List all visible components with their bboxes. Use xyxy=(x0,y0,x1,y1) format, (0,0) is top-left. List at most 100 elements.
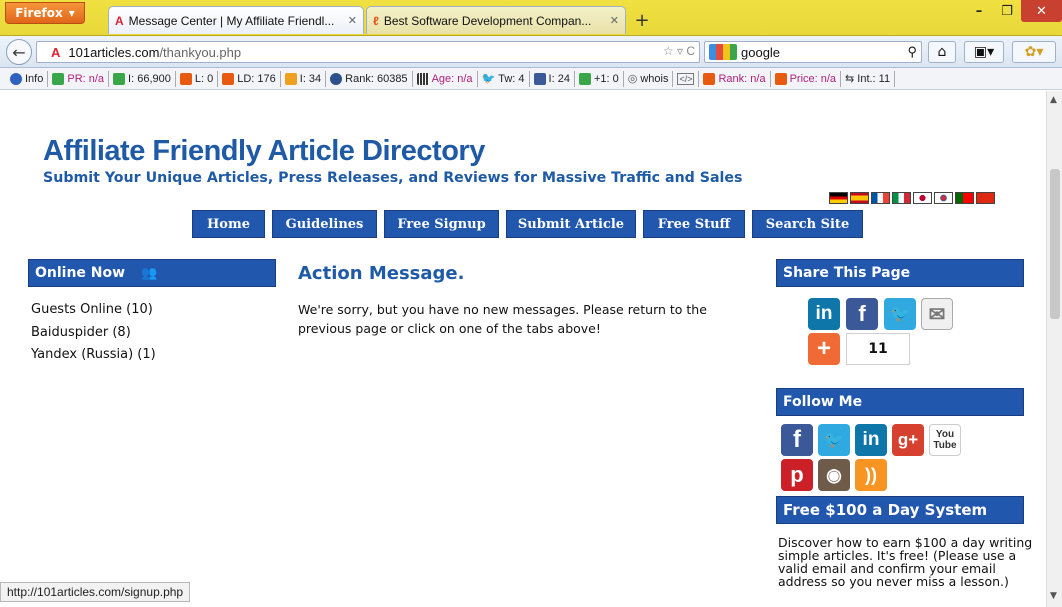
youtube-follow-icon[interactable]: You Tube xyxy=(929,424,961,456)
search-icon[interactable]: ⚲ xyxy=(907,44,917,60)
majestic-icon xyxy=(222,72,235,85)
action-message-text: We're sorry, but you have no new message… xyxy=(298,302,707,336)
users-icon: 👥 xyxy=(141,265,158,281)
menu-guidelines[interactable]: Guidelines xyxy=(272,210,377,238)
home-icon[interactable]: ⌂ xyxy=(928,41,956,63)
reload-icon[interactable]: C xyxy=(686,44,695,58)
language-flags xyxy=(829,192,995,204)
seo-alexa-rank[interactable]: Rank: 60385 xyxy=(326,70,413,87)
menu-free-signup[interactable]: Free Signup xyxy=(384,210,499,238)
twitter-follow-icon[interactable]: 🐦 xyxy=(818,424,850,456)
seo-facebook-likes[interactable]: I: 24 xyxy=(530,70,575,87)
tab-message-center[interactable]: A Message Center | My Affiliate Friendl.… xyxy=(108,6,364,34)
arrow-left-icon: ← xyxy=(12,42,26,62)
free-system-text: Discover how to earn $100 a day writing … xyxy=(778,535,1033,589)
code-icon: </> xyxy=(677,72,695,85)
google-icon xyxy=(113,72,126,85)
menu-home[interactable]: Home xyxy=(192,210,265,238)
info-icon xyxy=(10,72,22,85)
seo-whois[interactable]: ◎ whois xyxy=(624,70,674,87)
bookmark-star-icon[interactable]: ☆ xyxy=(663,44,674,58)
menu-submit-article[interactable]: Submit Article xyxy=(506,210,636,238)
seo-tweets[interactable]: 🐦 Tw: 4 xyxy=(478,70,530,87)
menu-search-site[interactable]: Search Site xyxy=(752,210,863,238)
flag-korean-icon[interactable] xyxy=(934,192,953,204)
seo-plus-ones[interactable]: +1: 0 xyxy=(575,70,624,87)
flag-french-icon[interactable] xyxy=(871,192,890,204)
link-icon: ⇆ xyxy=(845,73,855,85)
facebook-icon xyxy=(533,72,546,85)
twitter-share-icon[interactable]: 🐦 xyxy=(884,298,916,330)
close-window-button[interactable]: ✕ xyxy=(1021,0,1062,22)
flag-italian-icon[interactable] xyxy=(892,192,911,204)
site-title[interactable]: Affiliate Friendly Article Directory xyxy=(43,135,485,168)
youtube-label: You Tube xyxy=(933,429,957,451)
chevron-down-icon: ▾ xyxy=(68,6,75,20)
linkedin-follow-icon[interactable]: in xyxy=(855,424,887,456)
site-favicon-icon: A xyxy=(51,44,61,60)
google-engine-icon[interactable] xyxy=(709,44,737,60)
seo-semrush-rank[interactable]: Rank: n/a xyxy=(699,70,771,87)
flag-german-icon[interactable] xyxy=(829,192,848,204)
status-url: http://101articles.com/signup.php xyxy=(0,582,191,602)
close-tab-icon[interactable]: ✕ xyxy=(610,14,619,27)
scroll-up-icon[interactable]: ▲ xyxy=(1050,95,1057,105)
google-icon xyxy=(578,72,591,85)
page-scrollbar[interactable]: ▲ ▼ xyxy=(1046,91,1062,607)
seo-linking-domains[interactable]: LD: 176 xyxy=(218,70,281,87)
addon-icon[interactable]: ✿▾ xyxy=(1012,41,1056,63)
seo-info[interactable]: Info xyxy=(6,70,49,87)
flag-japanese-icon[interactable] xyxy=(913,192,932,204)
tab-software-development[interactable]: ℓ Best Software Development Compan... ✕ xyxy=(366,6,626,34)
seo-bing-index[interactable]: I: 34 xyxy=(281,70,327,87)
twitter-icon: 🐦 xyxy=(481,73,496,85)
list-item: Baiduspider (8) xyxy=(31,324,131,340)
addthis-share-icon[interactable]: + xyxy=(808,333,840,365)
tab-title: Best Software Development Compan... xyxy=(383,13,592,28)
linkedin-share-icon[interactable]: in xyxy=(808,298,840,330)
list-item: Guests Online (10) xyxy=(31,302,153,317)
menu-free-stuff[interactable]: Free Stuff xyxy=(643,210,745,238)
navigation-bar: ← A 101articles.com/thankyou.php ☆ ▿ C g… xyxy=(0,36,1062,68)
maximize-button[interactable]: ❐ xyxy=(993,0,1021,22)
seo-links[interactable]: L: 0 xyxy=(176,70,219,87)
flag-spanish-icon[interactable] xyxy=(850,192,869,204)
archive-icon xyxy=(416,72,429,85)
url-bar[interactable]: A 101articles.com/thankyou.php ☆ ▿ C xyxy=(36,41,700,63)
new-tab-button[interactable]: + xyxy=(628,8,656,32)
scroll-thumb[interactable] xyxy=(1050,169,1060,319)
semrush-icon xyxy=(703,72,716,85)
flag-chinese-icon[interactable] xyxy=(976,192,995,204)
email-share-icon[interactable]: ✉ xyxy=(921,298,953,330)
search-bar[interactable]: google ⚲ xyxy=(704,41,922,63)
fingerprint-icon: ◎ xyxy=(627,73,638,85)
seo-toolbar: Info PR: n/a I: 66,900 L: 0 LD: 176 I: 3… xyxy=(0,68,1062,90)
facebook-share-icon[interactable]: f xyxy=(846,298,878,330)
seo-google-index[interactable]: I: 66,900 xyxy=(109,70,176,87)
free-system-heading: Free $100 a Day System xyxy=(776,496,1024,524)
action-message-heading: Action Message. xyxy=(298,263,465,284)
close-tab-icon[interactable]: ✕ xyxy=(348,14,357,27)
seo-pagerank[interactable]: PR: n/a xyxy=(48,70,110,87)
share-heading: Share This Page xyxy=(776,259,1024,287)
firefox-menu-button[interactable]: Firefox ▾ xyxy=(5,2,85,24)
facebook-follow-icon[interactable]: f xyxy=(781,424,813,456)
seo-age[interactable]: Age: n/a xyxy=(413,70,478,87)
scroll-down-icon[interactable]: ▼ xyxy=(1050,591,1057,601)
pinterest-follow-icon[interactable]: p xyxy=(781,459,813,491)
majestic-icon xyxy=(179,72,192,85)
alexa-icon xyxy=(330,72,343,85)
semrush-icon xyxy=(774,72,787,85)
rss-follow-icon[interactable]: )) xyxy=(855,459,887,491)
flag-portuguese-icon[interactable] xyxy=(955,192,974,204)
seo-price[interactable]: Price: n/a xyxy=(771,70,842,87)
dropdown-icon[interactable]: ▿ xyxy=(677,44,683,58)
seo-internal-links[interactable]: ⇆ Int.: 11 xyxy=(841,70,896,87)
instagram-follow-icon[interactable]: ◉ xyxy=(818,459,850,491)
back-button[interactable]: ← xyxy=(6,39,32,65)
seo-source-code[interactable]: </> xyxy=(673,70,700,87)
google-plus-follow-icon[interactable]: g+ xyxy=(892,424,924,456)
url-path: /thankyou.php xyxy=(159,44,242,60)
bookmarks-menu-icon[interactable]: ▣▾ xyxy=(964,41,1004,63)
minimize-button[interactable]: – xyxy=(965,0,993,22)
